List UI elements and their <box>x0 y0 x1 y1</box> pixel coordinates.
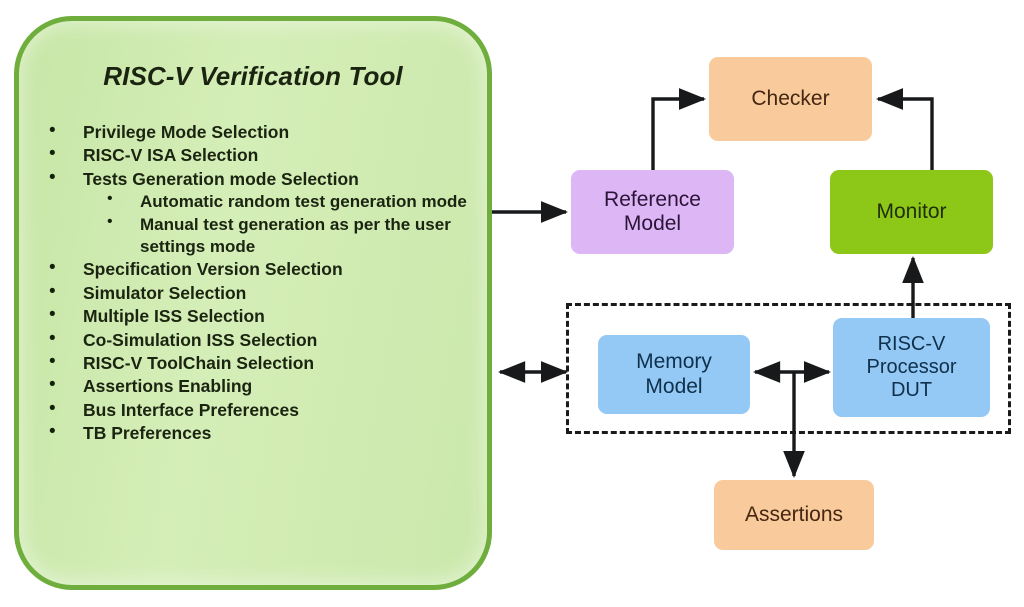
block-reference-model-line1: Reference <box>604 187 701 211</box>
block-processor-dut-line3: DUT <box>890 379 933 402</box>
block-checker: Checker <box>709 57 872 141</box>
block-memory-model-line1: Memory <box>636 350 712 374</box>
arrow-monitor-to-checker <box>875 88 934 170</box>
block-reference-model-label: Reference Model <box>604 188 701 237</box>
block-memory-model-line2: Model <box>645 374 703 398</box>
block-assertions-label: Assertions <box>744 502 844 526</box>
block-processor-dut-label: RISC-V Processor DUT <box>866 333 956 403</box>
block-memory-model-label: Memory Model <box>636 350 712 399</box>
block-checker-label: Checker <box>751 86 830 110</box>
block-reference-model: Reference Model <box>571 170 734 254</box>
block-processor-dut-line1: RISC-V <box>877 332 946 355</box>
block-processor-dut-line2: Processor <box>866 355 957 378</box>
block-monitor: Monitor <box>830 170 993 254</box>
arrow-reference-model-to-checker <box>651 88 707 170</box>
block-reference-model-line2: Model <box>623 212 682 235</box>
diagram-canvas: RISC-V Verification Tool • Privilege Mod… <box>0 0 1024 607</box>
block-memory-model: Memory Model <box>598 335 750 414</box>
block-monitor-label: Monitor <box>876 199 947 223</box>
block-processor-dut: RISC-V Processor DUT <box>833 318 990 417</box>
block-assertions: Assertions <box>714 480 874 550</box>
